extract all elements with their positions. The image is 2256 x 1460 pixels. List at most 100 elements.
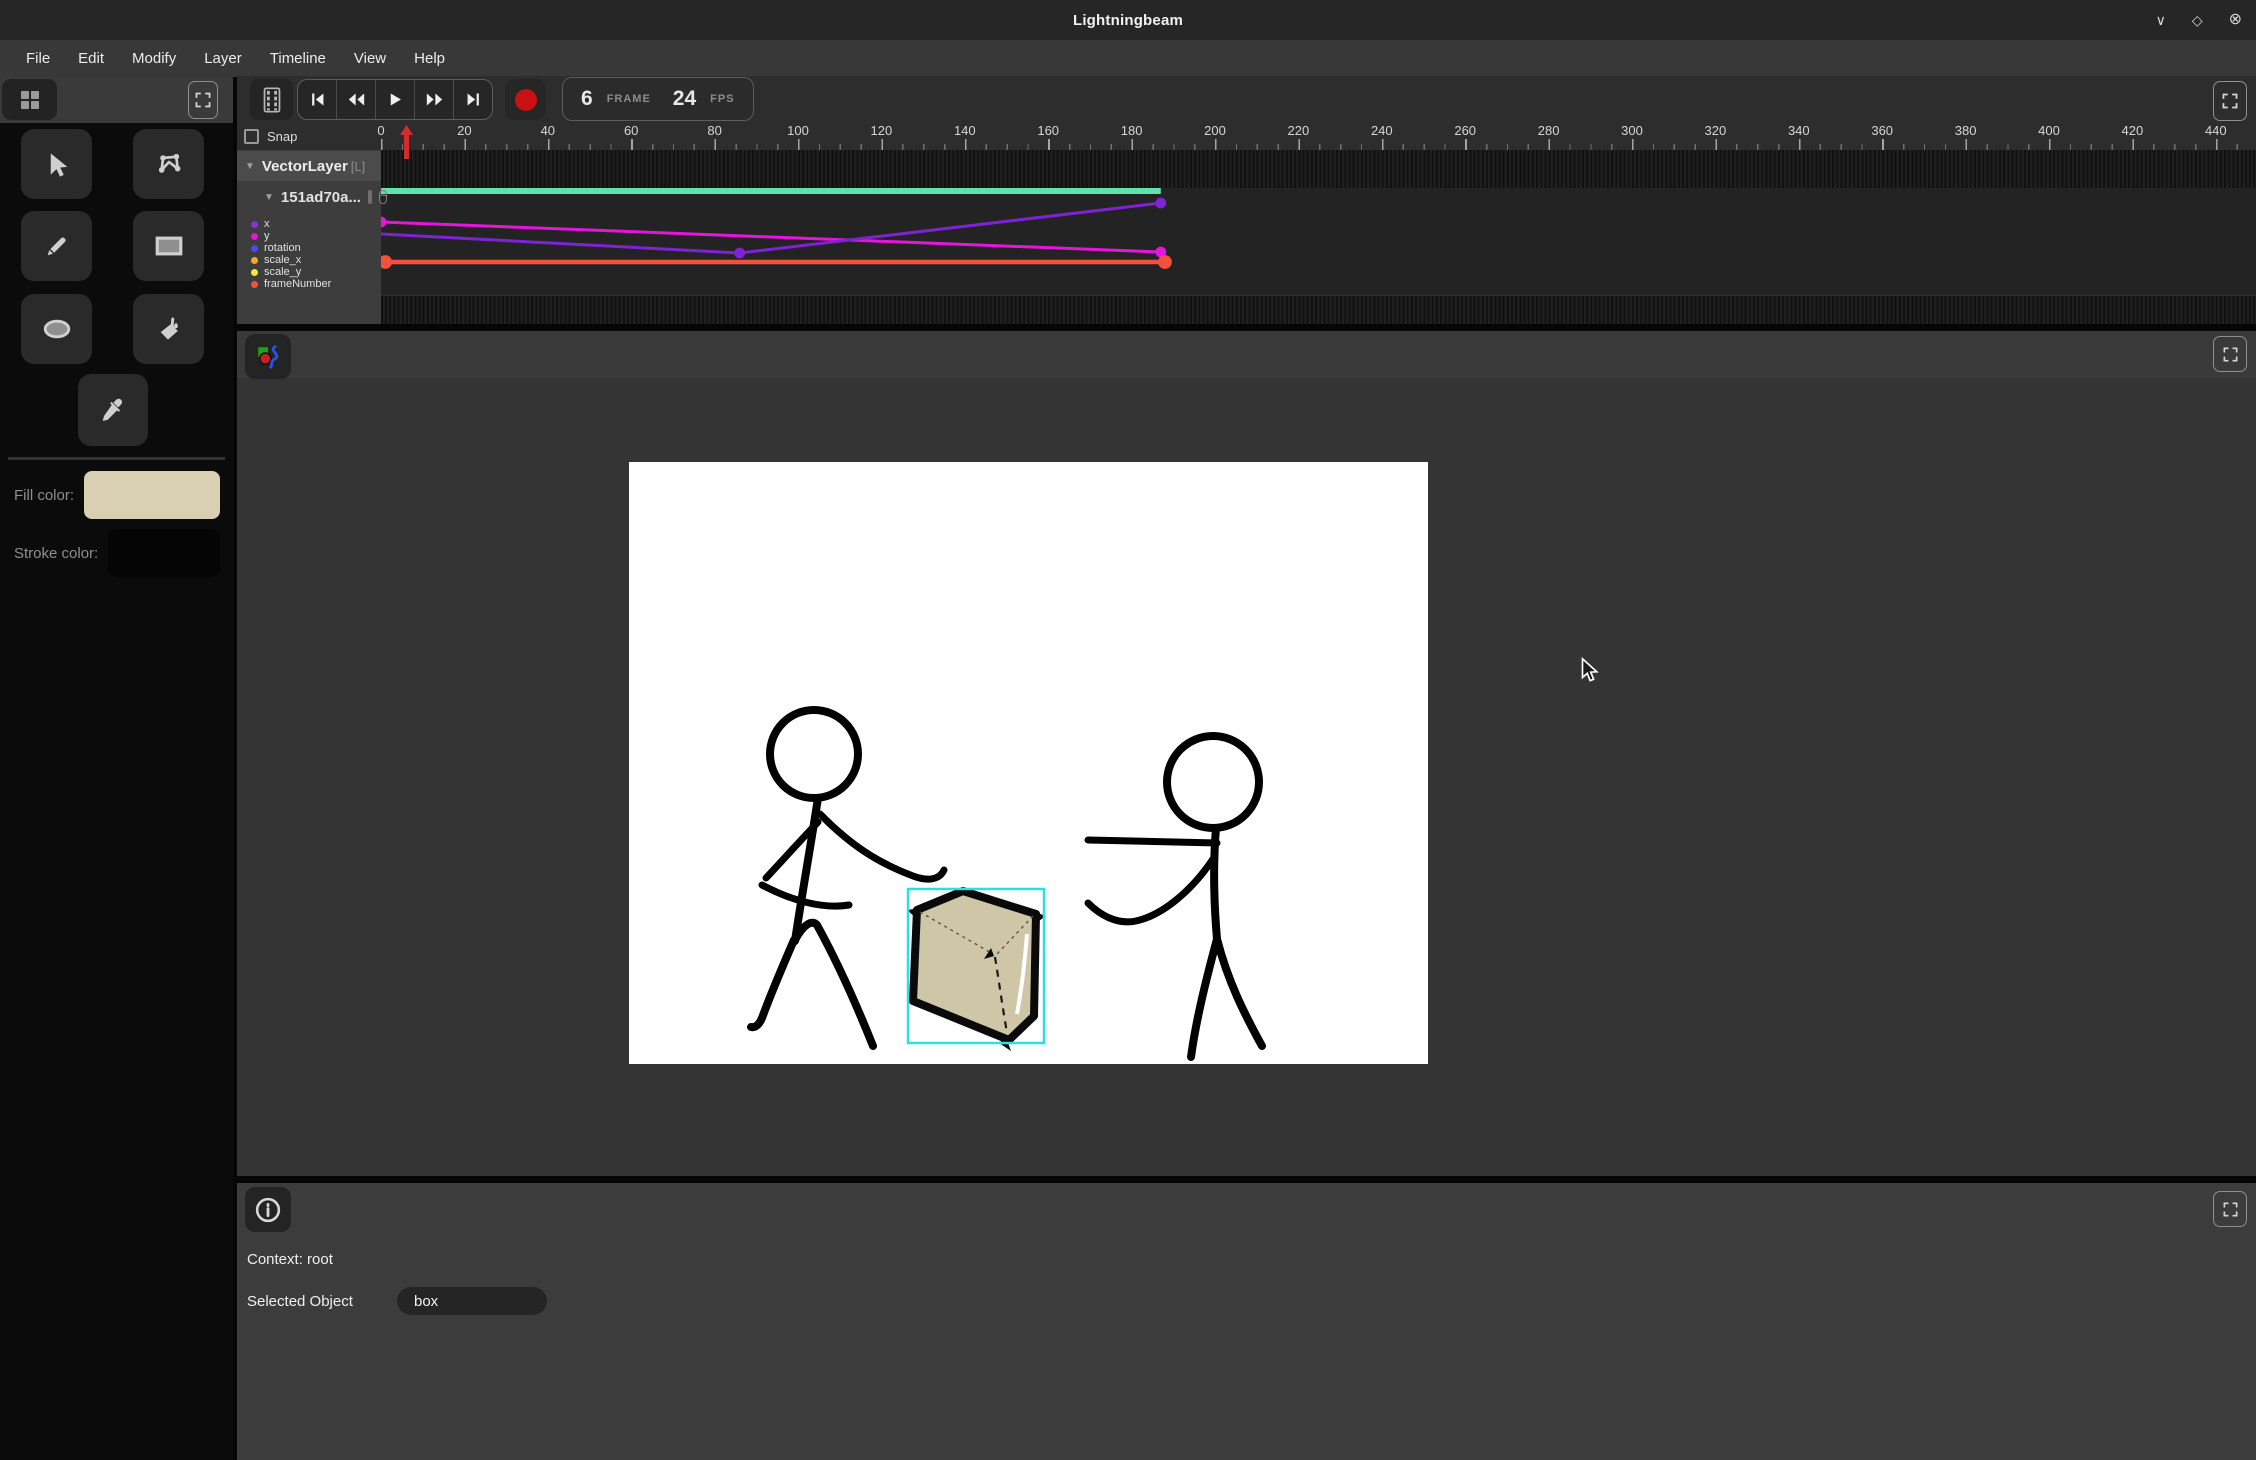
maximize-icon[interactable]: ◇	[2192, 13, 2203, 27]
selected-object-input[interactable]: box	[397, 1287, 547, 1315]
info-panel: Context: root Selected Object box	[237, 1183, 2256, 1460]
y-curve[interactable]	[381, 222, 1161, 252]
expand-icon	[195, 92, 211, 108]
property-name: scale_y	[264, 267, 301, 278]
play-button[interactable]	[376, 80, 415, 119]
window-title: Lightningbeam	[0, 0, 2256, 40]
tools-grid-button[interactable]	[2, 79, 57, 120]
expand-icon	[2223, 347, 2238, 362]
keyframe-toggle-button[interactable]	[368, 190, 372, 204]
object-row[interactable]: ▼ 151ad70a... ~	[237, 181, 381, 213]
pencil-tool-button[interactable]	[21, 211, 92, 281]
menu-modify[interactable]: Modify	[118, 44, 190, 73]
window-controls: ∨ ◇ ⊗	[2156, 0, 2242, 40]
snap-checkbox[interactable]	[244, 129, 259, 144]
expand-icon	[2222, 93, 2238, 109]
stick-figure-right[interactable]	[1088, 736, 1262, 1057]
canvas-expand-button[interactable]	[2213, 336, 2247, 372]
x-curve-keyframe[interactable]	[1155, 198, 1166, 209]
fast-forward-button[interactable]	[415, 80, 454, 119]
box-body[interactable]	[913, 891, 1036, 1040]
property-row-frameNumber[interactable]: frameNumber	[237, 278, 381, 290]
ruler-tick-label: 200	[1204, 123, 1226, 138]
info-expand-button[interactable]	[2213, 1191, 2247, 1227]
property-color-dot	[251, 245, 258, 252]
info-button[interactable]	[245, 1187, 291, 1232]
frame-fps-indicator: 6 FRAME 24 FPS	[562, 77, 754, 121]
fill-color-swatch[interactable]	[84, 471, 220, 519]
ruler-tick-label: 440	[2205, 123, 2227, 138]
eyedropper-tool-button[interactable]	[78, 374, 148, 446]
ruler-tick-label: 180	[1121, 123, 1143, 138]
stage-artwork	[629, 462, 1428, 1064]
ellipse-icon	[40, 314, 74, 344]
box-object[interactable]	[907, 889, 1046, 1051]
animation-curves[interactable]	[237, 150, 2256, 324]
property-row-scale_x[interactable]: scale_x	[237, 254, 381, 266]
layer-row-vectorlayer[interactable]: ▼ VectorLayer [L]	[237, 151, 381, 181]
menu-help[interactable]: Help	[400, 44, 459, 73]
timeline-ruler[interactable]: Snap 02040608010012014016018020022024026…	[237, 122, 2256, 150]
menubar-items: FileEditModifyLayerTimelineViewHelp	[12, 44, 459, 73]
canvas-header	[237, 331, 2256, 378]
property-color-dot	[251, 281, 258, 288]
property-row-x[interactable]: x	[237, 218, 381, 230]
ruler-tick-label: 400	[2038, 123, 2060, 138]
ruler-tick-label: 140	[954, 123, 976, 138]
playhead[interactable]	[400, 125, 413, 159]
fps-value[interactable]: 24	[673, 87, 696, 111]
timeline-tracks[interactable]: ▼ VectorLayer [L] ▼ 151ad70a... ~ xyrota…	[237, 150, 2256, 324]
layer-duration-bar[interactable]	[381, 188, 1161, 194]
ruler-tick-label: 380	[1955, 123, 1977, 138]
property-name: frameNumber	[264, 279, 331, 290]
menu-edit[interactable]: Edit	[64, 44, 118, 73]
film-button[interactable]	[250, 79, 293, 120]
ruler-tick-label: 60	[624, 123, 638, 138]
easing-button[interactable]: ~	[379, 190, 387, 204]
transform-icon	[153, 148, 185, 180]
select-tool-button[interactable]	[21, 129, 92, 199]
first-frame-button[interactable]	[298, 80, 337, 119]
x-curve-keyframe[interactable]	[734, 248, 745, 259]
property-row-scale_y[interactable]: scale_y	[237, 266, 381, 278]
frameNumber-curve-keyframe[interactable]	[1158, 255, 1172, 269]
shapes-panel-button[interactable]	[245, 334, 291, 379]
close-icon[interactable]: ⊗	[2229, 13, 2242, 27]
property-name: scale_x	[264, 255, 301, 266]
rewind-icon	[347, 91, 366, 108]
drawing-canvas[interactable]	[629, 462, 1428, 1064]
last-frame-button[interactable]	[454, 80, 492, 119]
context-text: Context: root	[247, 1251, 333, 1268]
menubar: FileEditModifyLayerTimelineViewHelp	[0, 40, 2256, 77]
ellipse-tool-button[interactable]	[21, 294, 92, 364]
bucket-tool-button[interactable]	[133, 294, 204, 364]
film-icon	[262, 86, 282, 114]
record-button[interactable]	[505, 79, 546, 120]
tools-expand-button[interactable]	[188, 81, 218, 119]
transform-tool-button[interactable]	[133, 129, 204, 199]
ruler-tick-label: 20	[457, 123, 471, 138]
record-icon	[515, 89, 537, 111]
menu-timeline[interactable]: Timeline	[256, 44, 340, 73]
timeline-expand-button[interactable]	[2213, 81, 2247, 121]
layer-name: VectorLayer	[262, 158, 348, 175]
property-row-y[interactable]: y	[237, 230, 381, 242]
menu-layer[interactable]: Layer	[190, 44, 256, 73]
property-name: x	[264, 219, 270, 230]
collapse-triangle-icon[interactable]: ▼	[245, 161, 255, 172]
fps-label: FPS	[710, 93, 734, 105]
stroke-color-swatch[interactable]	[108, 529, 220, 577]
rewind-button[interactable]	[337, 80, 376, 119]
frame-label: FRAME	[607, 93, 651, 105]
titlebar: Lightningbeam ∨ ◇ ⊗	[0, 0, 2256, 40]
rectangle-tool-button[interactable]	[133, 211, 204, 281]
tools-header	[0, 77, 233, 123]
collapse-triangle-icon[interactable]: ▼	[264, 192, 274, 203]
play-icon	[387, 91, 403, 108]
minimize-icon[interactable]: ∨	[2156, 13, 2166, 27]
frame-value[interactable]: 6	[581, 87, 593, 111]
ruler-tick-label: 120	[871, 123, 893, 138]
property-row-rotation[interactable]: rotation	[237, 242, 381, 254]
menu-view[interactable]: View	[340, 44, 400, 73]
menu-file[interactable]: File	[12, 44, 64, 73]
